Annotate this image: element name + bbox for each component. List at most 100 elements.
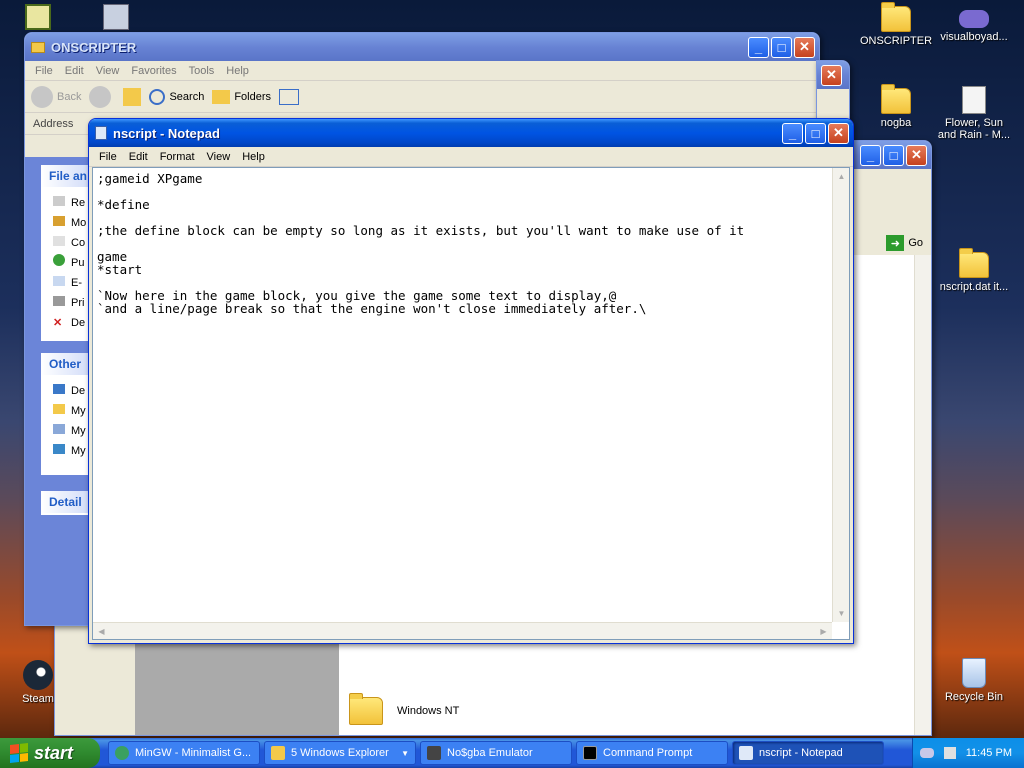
desktop-icon-partial[interactable] <box>2 4 74 33</box>
menu-file[interactable]: File <box>93 151 123 163</box>
close-button[interactable]: ✕ <box>906 144 927 166</box>
menu-view[interactable]: View <box>201 151 237 163</box>
go-button[interactable]: ➜ Go <box>886 235 923 251</box>
title-bar[interactable]: nscript - Notepad _ □ ✕ <box>89 119 853 147</box>
taskbar-button-mingw[interactable]: MinGW - Minimalist G... <box>108 741 260 765</box>
back-button[interactable]: Back <box>31 85 82 108</box>
close-button[interactable]: ✕ <box>828 122 849 144</box>
move-icon <box>53 216 65 226</box>
copy-icon <box>53 236 65 246</box>
up-folder-icon <box>123 87 142 106</box>
network-icon <box>53 444 65 454</box>
desktop-icon-nscript-dat[interactable]: nscript.dat it... <box>936 248 1012 293</box>
minimize-button[interactable]: _ <box>782 122 803 144</box>
file-icon <box>962 86 986 114</box>
minimize-button[interactable]: _ <box>860 144 881 166</box>
maximize-button[interactable]: □ <box>771 36 792 58</box>
search-button[interactable]: Search <box>149 88 205 105</box>
menu-favorites[interactable]: Favorites <box>125 65 182 77</box>
menu-bar: File Edit View Favorites Tools Help <box>25 61 819 81</box>
menu-bar: File Edit Format View Help <box>89 147 853 167</box>
delete-icon: ✕ <box>53 317 63 329</box>
taskbar-button-explorer-group[interactable]: 5 Windows Explorer ▼ <box>264 741 416 765</box>
scroll-left-arrow-icon[interactable]: ◀ <box>93 623 110 640</box>
recycle-bin-icon <box>962 658 986 688</box>
toolbar: Back Search Folders <box>25 81 819 113</box>
taskbar-button-nogba[interactable]: No$gba Emulator <box>420 741 572 765</box>
minimize-button[interactable]: _ <box>748 36 769 58</box>
command-prompt-icon <box>583 746 597 760</box>
folder-icon <box>271 746 285 760</box>
menu-file[interactable]: File <box>29 65 59 77</box>
desktop-icon-visualboy[interactable]: visualboyad... <box>936 6 1012 43</box>
search-label: Search <box>169 90 205 103</box>
desktop-icon-label: nscript.dat it... <box>939 281 1009 293</box>
explorer-window-stub[interactable]: ✕ <box>816 60 850 120</box>
taskbar-button-cmd[interactable]: Command Prompt <box>576 741 728 765</box>
close-button[interactable]: ✕ <box>821 64 842 86</box>
desktop-icon-label: Steam <box>22 693 54 705</box>
close-button[interactable]: ✕ <box>794 36 815 58</box>
desktop-icon-label: ONSCRIPTER <box>859 35 933 47</box>
horizontal-scrollbar[interactable]: ◀ ▶ <box>93 622 832 639</box>
text-editor[interactable]: ;gameid XPgame *define ;the define block… <box>92 167 850 640</box>
folder-icon <box>31 41 45 53</box>
windows-logo-icon <box>10 743 28 763</box>
mingw-icon <box>115 746 129 760</box>
forward-arrow-icon <box>89 85 112 108</box>
menu-view[interactable]: View <box>90 65 126 77</box>
vertical-scrollbar[interactable]: ▲ ▼ <box>832 168 849 622</box>
menu-format[interactable]: Format <box>154 151 201 163</box>
app-icon <box>25 4 51 30</box>
folders-label: Folders <box>234 90 272 103</box>
system-tray: 11:45 PM <box>912 738 1024 768</box>
folder-item-windows-nt[interactable]: Windows NT <box>349 693 459 725</box>
title-bar[interactable]: ✕ <box>817 61 849 89</box>
window-title: nscript - Notepad <box>113 125 220 141</box>
views-icon <box>279 88 300 105</box>
scroll-up-arrow-icon[interactable]: ▲ <box>833 168 850 185</box>
notepad-icon <box>95 126 107 140</box>
vertical-scrollbar[interactable] <box>914 255 931 735</box>
menu-tools[interactable]: Tools <box>183 65 221 77</box>
tray-app-icon[interactable] <box>919 748 934 758</box>
start-label: start <box>34 742 74 763</box>
menu-edit[interactable]: Edit <box>123 151 154 163</box>
title-bar[interactable]: ONSCRIPTER _ □ ✕ <box>25 33 819 61</box>
menu-edit[interactable]: Edit <box>59 65 90 77</box>
up-button[interactable] <box>123 87 142 106</box>
views-button[interactable] <box>279 88 300 105</box>
forward-button[interactable] <box>89 85 115 108</box>
taskbar-button-notepad[interactable]: nscript - Notepad <box>732 741 884 765</box>
chevron-down-icon: ▼ <box>401 748 409 758</box>
tray-volume-icon[interactable] <box>943 747 956 759</box>
back-label: Back <box>57 90 82 103</box>
menu-help[interactable]: Help <box>236 151 271 163</box>
desktop-icon-recycle-bin[interactable]: Recycle Bin <box>936 658 1012 703</box>
scroll-down-arrow-icon[interactable]: ▼ <box>833 605 850 622</box>
my-computer-icon <box>53 424 65 434</box>
desktop-icon-onscripter[interactable]: ONSCRIPTER <box>858 2 934 47</box>
scroll-right-arrow-icon[interactable]: ▶ <box>815 623 832 640</box>
start-button[interactable]: start <box>0 738 100 768</box>
maximize-button[interactable]: □ <box>883 144 904 166</box>
my-documents-icon <box>53 404 65 414</box>
maximize-button[interactable]: □ <box>805 122 826 144</box>
menu-help[interactable]: Help <box>220 65 255 77</box>
folders-button[interactable]: Folders <box>212 89 272 104</box>
editor-text[interactable]: ;gameid XPgame *define ;the define block… <box>97 172 829 621</box>
nogba-icon <box>427 746 441 760</box>
taskbar: start MinGW - Minimalist G... 5 Windows … <box>0 738 1024 768</box>
email-icon <box>53 276 65 286</box>
desktop-icon-partial-2[interactable] <box>80 4 152 33</box>
folder-icon <box>881 2 911 32</box>
folder-icon <box>349 693 383 725</box>
folder-icon <box>881 84 911 114</box>
print-icon <box>53 296 65 306</box>
window-title: ONSCRIPTER <box>51 39 137 55</box>
desktop-icon-label: Recycle Bin <box>944 691 1004 703</box>
desktop-icon-flower[interactable]: Flower, Sun and Rain - M... <box>936 86 1012 141</box>
desktop-icon-nogba[interactable]: nogba <box>858 84 934 129</box>
notepad-window[interactable]: nscript - Notepad _ □ ✕ File Edit Format… <box>88 118 854 644</box>
clock[interactable]: 11:45 PM <box>966 747 1012 759</box>
